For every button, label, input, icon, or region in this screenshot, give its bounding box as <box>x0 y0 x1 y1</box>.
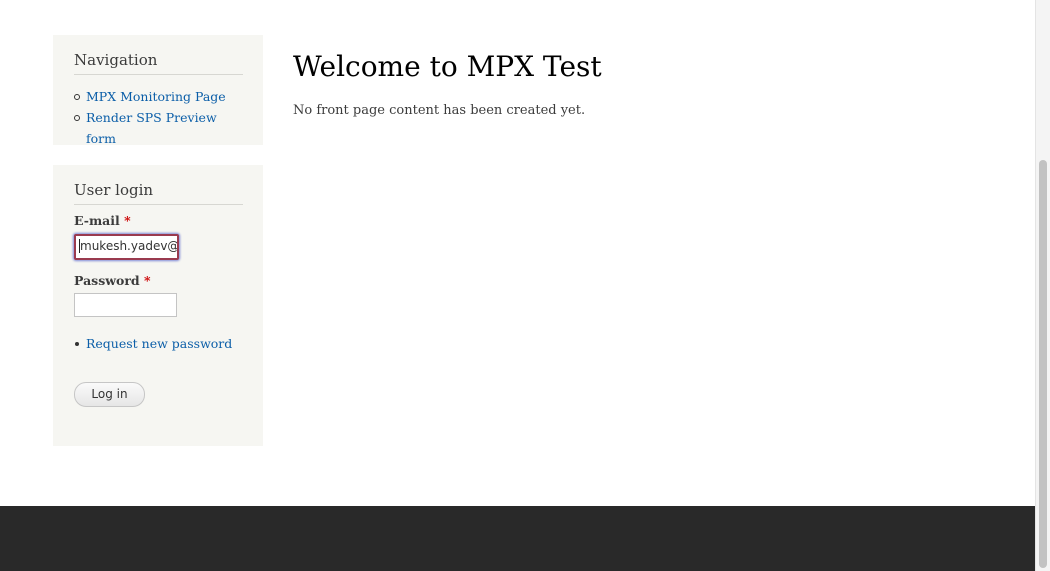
scrollbar-thumb[interactable] <box>1039 160 1047 568</box>
login-links-list: Request new password <box>74 334 232 354</box>
log-in-button[interactable]: Log in <box>74 382 145 407</box>
login-link-item: Request new password <box>74 334 232 354</box>
email-required-marker: * <box>124 213 131 228</box>
nav-item-mpx-monitoring: MPX Monitoring Page <box>74 86 243 107</box>
nav-link-render-sps-preview[interactable]: Render SPS Preview form <box>86 110 217 146</box>
request-new-password-link[interactable]: Request new password <box>86 336 232 351</box>
password-label: Password * <box>74 273 151 288</box>
footer <box>0 506 1035 571</box>
navigation-title: Navigation <box>74 35 243 75</box>
user-login-title: User login <box>74 165 243 205</box>
front-page-message: No front page content has been created y… <box>293 103 586 118</box>
nav-link-mpx-monitoring[interactable]: MPX Monitoring Page <box>86 89 226 104</box>
page: Navigation MPX Monitoring Page Render SP… <box>0 0 1035 571</box>
vertical-scrollbar[interactable] <box>1035 0 1050 571</box>
page-title: Welcome to MPX Test <box>293 50 602 83</box>
password-required-marker: * <box>144 273 151 288</box>
password-field[interactable] <box>74 293 177 317</box>
password-label-text: Password <box>74 273 140 288</box>
email-label: E-mail * <box>74 213 131 228</box>
user-login-block: User login E-mail * mukesh.yadev@ Passwo… <box>53 165 263 446</box>
email-field[interactable]: mukesh.yadev@ <box>74 234 179 260</box>
email-label-text: E-mail <box>74 213 120 228</box>
email-field-value: mukesh.yadev@ <box>80 239 179 253</box>
navigation-list: MPX Monitoring Page Render SPS Preview f… <box>74 86 243 146</box>
nav-item-render-sps-preview: Render SPS Preview form <box>74 107 243 146</box>
navigation-block: Navigation MPX Monitoring Page Render SP… <box>53 35 263 146</box>
